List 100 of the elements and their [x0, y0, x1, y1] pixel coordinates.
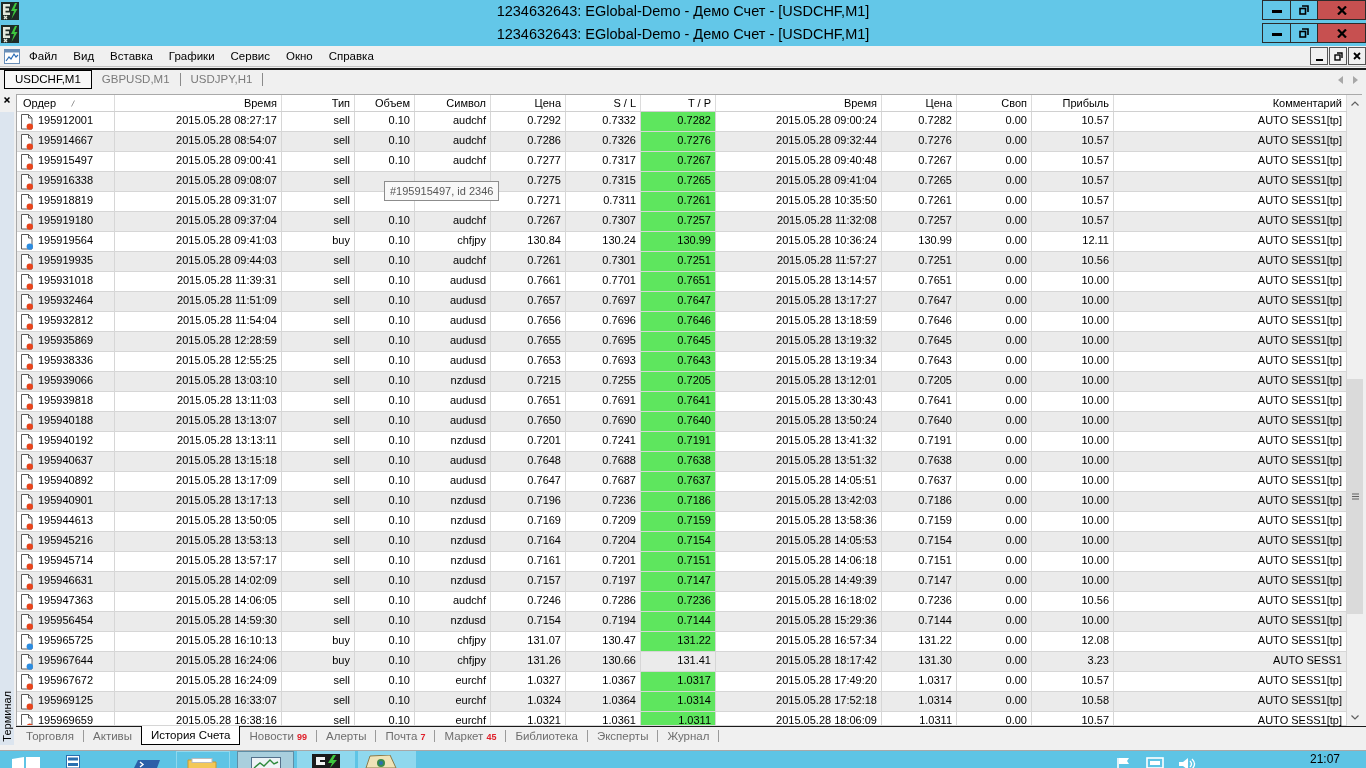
panel-tab[interactable]: Алерты: [317, 727, 376, 745]
order-number: 195944613: [38, 513, 94, 526]
column-header[interactable]: Прибыль: [1032, 95, 1114, 111]
folder-icon: [187, 758, 217, 768]
order-number: 195935869: [38, 333, 94, 346]
minimize-button[interactable]: [1310, 47, 1328, 65]
panel-tab[interactable]: Журнал: [658, 727, 719, 745]
panel-tab[interactable]: Эксперты: [587, 727, 658, 745]
order-number: 195931018: [38, 273, 94, 286]
terminal-window-icon: [134, 760, 160, 768]
windows-logo-icon: [12, 757, 40, 768]
unread-count: 99: [297, 731, 307, 742]
order-number: 195940192: [38, 433, 94, 446]
column-header[interactable]: Тип: [282, 95, 355, 111]
column-header[interactable]: S / L: [566, 95, 641, 111]
minimize-icon: [1315, 59, 1323, 61]
order-number: 195967672: [38, 673, 94, 686]
table-cell: 0.7265: [641, 172, 716, 192]
column-header[interactable]: Цена: [882, 95, 957, 111]
menu-item[interactable]: Графики: [160, 47, 223, 65]
table-cell: 0.7651: [641, 272, 716, 292]
minimize-button[interactable]: [1262, 0, 1291, 20]
menu-item[interactable]: Вид: [65, 47, 103, 65]
order-number: 195965725: [38, 633, 94, 646]
order-number: 195916338: [38, 173, 94, 186]
table-cell: 0.7186: [641, 492, 716, 512]
column-header[interactable]: Объем: [355, 95, 415, 111]
table-cell: sell: [282, 712, 355, 726]
menu-item[interactable]: Окно: [277, 47, 321, 65]
restore-button[interactable]: [1291, 23, 1318, 43]
table-cell: 0.7144: [641, 612, 716, 632]
close-icon: [1336, 28, 1347, 38]
chart-tab[interactable]: USDCHF,M1: [4, 70, 92, 89]
restore-icon: [1299, 28, 1309, 38]
column-header[interactable]: Время: [716, 95, 882, 111]
window-title: 1234632643: EGlobal-Demo - Демо Счет - [USDCHF,M1]: [496, 25, 870, 44]
panel-tab[interactable]: Активы: [84, 727, 141, 745]
chart-window-icon: [4, 48, 20, 64]
column-header[interactable]: Символ: [415, 95, 491, 111]
taskbar-app-button[interactable]: [297, 751, 355, 768]
table-cell: 0.7638: [641, 452, 716, 472]
column-header[interactable]: T / P: [641, 95, 716, 111]
chart-window-icon: [251, 757, 281, 768]
table-cell: 0.10: [355, 712, 415, 726]
panel-tab[interactable]: Почта 7: [376, 727, 435, 745]
table-cell: 0.00: [957, 712, 1032, 726]
scrollbar[interactable]: [1347, 95, 1363, 726]
column-header[interactable]: Цена: [491, 95, 566, 111]
minimize-button[interactable]: [1262, 23, 1291, 43]
app-logo-icon: [1, 25, 19, 43]
panel-tab[interactable]: История Счета: [140, 726, 241, 745]
table-cell: 2015.05.28 18:06:09: [716, 712, 882, 726]
panel-tab[interactable]: Новости 99: [240, 727, 316, 745]
column-header[interactable]: Своп: [957, 95, 1032, 111]
restore-button[interactable]: [1291, 0, 1318, 20]
table-cell: 0.7643: [641, 352, 716, 372]
menu-item[interactable]: Вставка: [102, 47, 161, 65]
table-cell: 0.7257: [641, 212, 716, 232]
order-number: 195919935: [38, 253, 94, 266]
table-cell: 1.0314: [641, 692, 716, 712]
scrollbar-thumb[interactable]: [1347, 379, 1363, 614]
close-icon: [1353, 52, 1361, 60]
order-number: 195912001: [38, 113, 94, 126]
chart-tab[interactable]: USDJPY,H1: [180, 70, 263, 89]
close-button[interactable]: [1348, 47, 1366, 65]
order-number: 195940892: [38, 473, 94, 486]
app-logo-icon: [312, 754, 340, 768]
server-icon: [66, 755, 80, 768]
table-cell: 0.7251: [641, 252, 716, 272]
table-cell: 0.7191: [641, 432, 716, 452]
panel-tab[interactable]: Торговля: [17, 727, 84, 745]
panel-tab[interactable]: Библиотека: [506, 727, 587, 745]
order-number: 195945714: [38, 553, 94, 566]
table-cell: 0.7640: [641, 412, 716, 432]
column-header[interactable]: Ордер: [17, 95, 115, 111]
order-number: 195967644: [38, 653, 94, 666]
table-cell: 0.7236: [641, 592, 716, 612]
table-cell: 0.7154: [641, 532, 716, 552]
order-number: 195940901: [38, 493, 94, 506]
unread-count: 7: [420, 731, 426, 742]
close-icon: [4, 97, 10, 103]
order-number: 195938336: [38, 353, 94, 366]
menu-item[interactable]: Справка: [320, 47, 382, 65]
table-cell: 1.0311: [882, 712, 957, 726]
table-cell: 0.7151: [641, 552, 716, 572]
table-cell: 0.7641: [641, 392, 716, 412]
table-cell: 0.7645: [641, 332, 716, 352]
table-cell: 10.57: [1032, 712, 1114, 726]
panel-title: Терминал: [1, 691, 13, 742]
table-cell: 0.7261: [641, 192, 716, 212]
menu-item[interactable]: Файл: [21, 47, 66, 65]
close-button[interactable]: [4, 97, 10, 103]
restore-button[interactable]: [1329, 47, 1347, 65]
column-header[interactable]: Время: [115, 95, 282, 111]
chart-tab[interactable]: GBPUSD,M1: [91, 70, 180, 89]
order-number: 195939066: [38, 373, 94, 386]
chevron-down-icon: [1351, 715, 1359, 720]
panel-tab[interactable]: Маркет 45: [435, 727, 506, 745]
menu-item[interactable]: Сервис: [222, 47, 278, 65]
table-cell: eurchf: [415, 712, 491, 726]
